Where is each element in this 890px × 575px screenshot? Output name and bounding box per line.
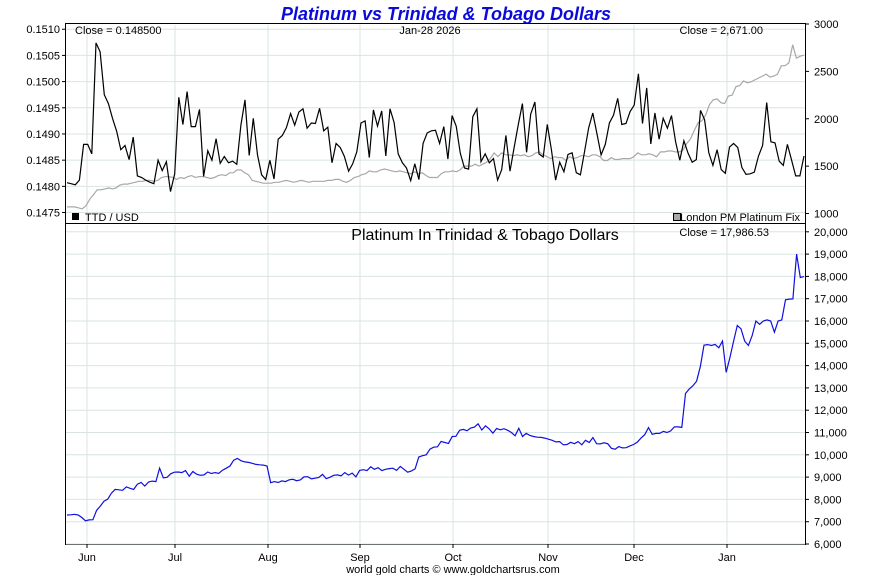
right-tick-label: 3000	[814, 19, 838, 31]
x-tick-label: Sep	[350, 552, 370, 564]
bottom-panel: 20,000 19,000 18,000 17,000 16,000 15,000 14,0…	[65, 223, 848, 551]
x-tick-label: Oct	[444, 552, 461, 564]
bottom-right-tick-label: 12,000	[814, 405, 848, 417]
x-tick-label: Nov	[538, 552, 558, 564]
legend-platinum-label: London PM Platinum Fix	[680, 212, 800, 224]
x-tick-label: Jul	[168, 552, 182, 564]
legend-ttd-swatch	[72, 213, 79, 220]
chart: Platinum vs Trinidad & Tobago Dollars 0.…	[26, 4, 848, 575]
bottom-right-tick-label: 7,000	[814, 517, 842, 529]
legend-ttd-label: TTD / USD	[85, 212, 139, 224]
bottom-right-tick-label: 16,000	[814, 316, 848, 328]
bottom-right-tick-label: 11,000	[814, 428, 847, 440]
left-tick-label: 0.1475	[26, 208, 60, 220]
bottom-right-tick-label: 15,000	[814, 338, 848, 350]
bottom-right-tick-label: 8,000	[814, 494, 842, 506]
left-tick-label: 0.1480	[26, 181, 60, 193]
left-tick-label: 0.1500	[26, 77, 60, 89]
date-label: Jan-28 2026	[399, 25, 460, 37]
left-tick-label: 0.1505	[26, 50, 60, 62]
top-panel-frame	[65, 23, 806, 224]
left-tick-label: 0.1495	[26, 103, 60, 115]
x-tick-label: Dec	[624, 552, 644, 564]
right-tick-label: 1000	[814, 209, 838, 221]
bottom-right-tick-label: 9,000	[814, 472, 842, 484]
footer-credit: world gold charts © www.goldchartsrus.co…	[345, 564, 560, 575]
left-tick-label: 0.1510	[26, 24, 60, 36]
x-tick-label: Jan	[718, 552, 736, 564]
left-tick-label: 0.1485	[26, 155, 60, 167]
x-tick-label: Jun	[78, 552, 96, 564]
bottom-right-tick-label: 10,000	[814, 450, 848, 462]
close-left-label: Close = 0.148500	[75, 25, 162, 37]
bottom-right-tick-label: 14,000	[814, 361, 848, 373]
bottom-panel-title: Platinum In Trinidad & Tobago Dollars	[351, 227, 618, 244]
right-tick-label: 1500	[814, 161, 838, 173]
close-right-label: Close = 2,671.00	[680, 25, 763, 37]
bottom-right-tick-label: 18,000	[814, 271, 848, 283]
chart-title: Platinum vs Trinidad & Tobago Dollars	[281, 4, 611, 24]
bottom-right-tick-label: 13,000	[814, 383, 848, 395]
bottom-right-tick-label: 20,000	[814, 227, 848, 239]
bottom-close-label: Close = 17,986.53	[679, 227, 769, 239]
right-tick-label: 2000	[814, 114, 838, 126]
bottom-right-tick-label: 19,000	[814, 249, 848, 261]
bottom-right-tick-label: 6,000	[814, 539, 842, 551]
right-tick-label: 2500	[814, 66, 838, 78]
bottom-right-tick-label: 17,000	[814, 294, 848, 306]
left-tick-label: 0.1490	[26, 129, 60, 141]
x-tick-label: Aug	[258, 552, 278, 564]
top-panel: 0.1510 0.1505 0.1500 0.1495 0.1490 0.1485 0.14…	[26, 19, 838, 224]
